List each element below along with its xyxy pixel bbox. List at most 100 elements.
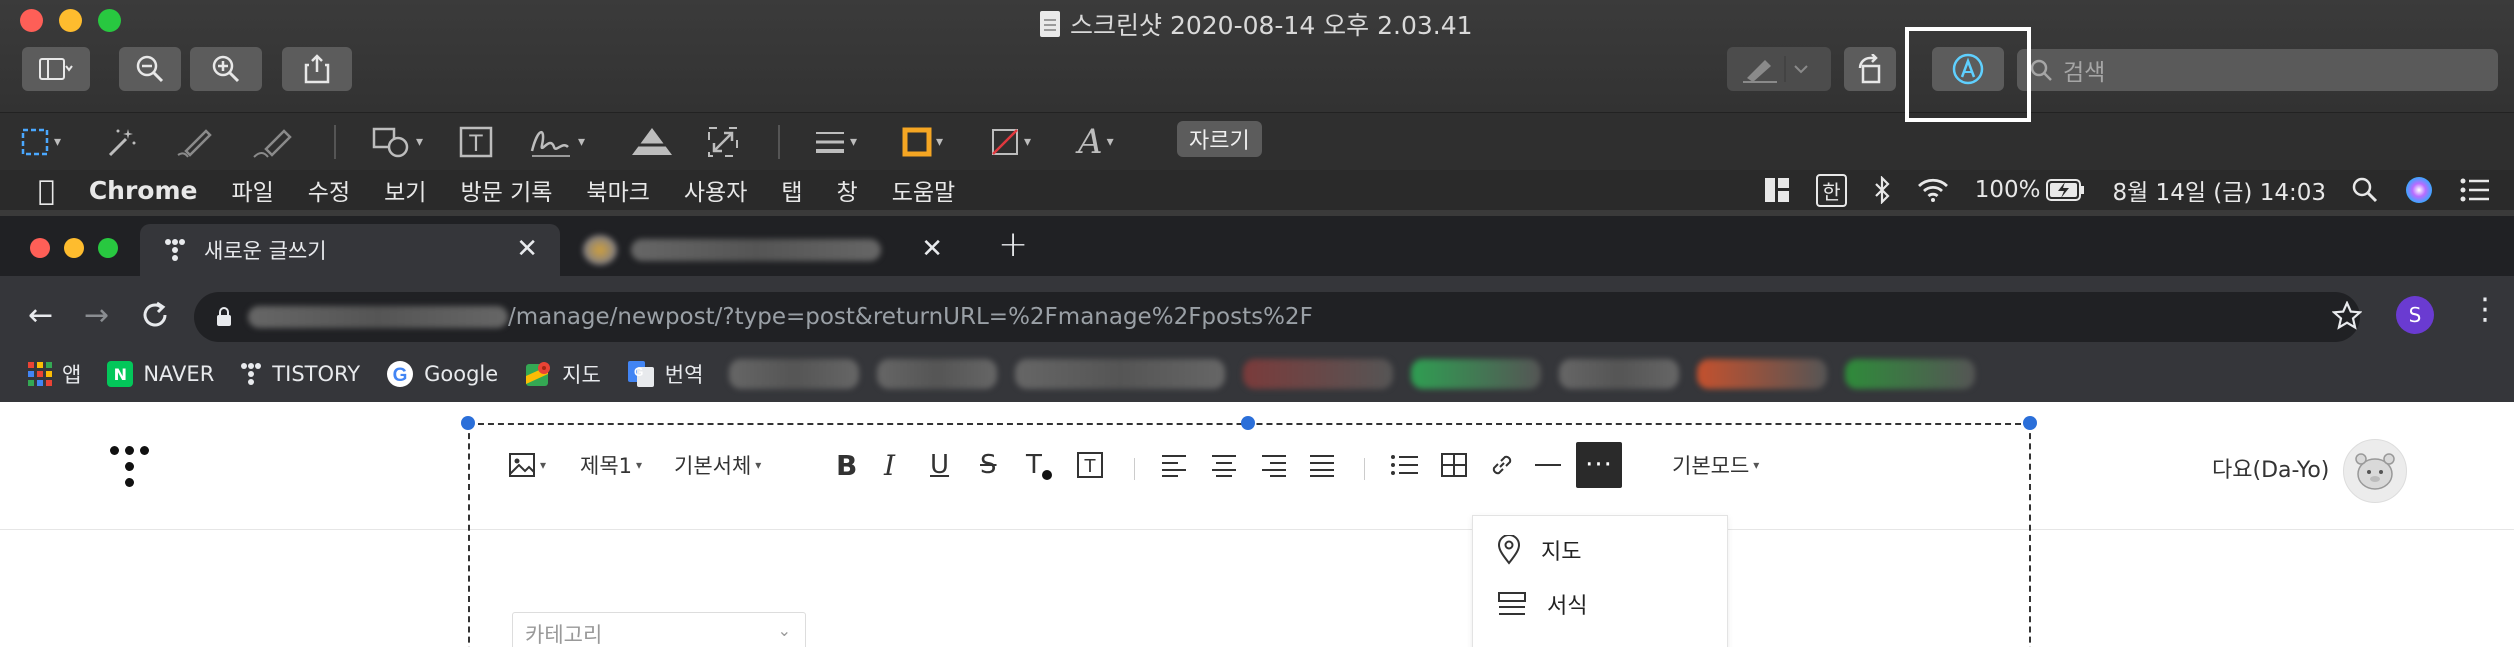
- zoom-in-button[interactable]: [190, 47, 262, 91]
- close-tab-icon[interactable]: ✕: [516, 234, 538, 264]
- share-button[interactable]: [282, 47, 352, 91]
- tistory-home-logo[interactable]: [110, 446, 150, 492]
- wifi-icon[interactable]: [1917, 177, 1949, 203]
- italic-button[interactable]: I: [884, 442, 895, 488]
- blurred-bookmark[interactable]: [1015, 359, 1226, 389]
- sketch-tool[interactable]: [176, 123, 216, 161]
- shape-style-tool[interactable]: ▾: [814, 123, 857, 161]
- font-select[interactable]: 기본서체 ▾: [674, 442, 761, 488]
- align-left-button[interactable]: [1160, 442, 1188, 488]
- menu-item-template[interactable]: 서식: [1497, 588, 1587, 620]
- blurred-bookmark[interactable]: [877, 359, 998, 389]
- rotate-button[interactable]: [1844, 47, 1896, 91]
- strikethrough-button[interactable]: S: [980, 442, 997, 488]
- profile-avatar[interactable]: S: [2396, 296, 2434, 334]
- menu-item-map[interactable]: 지도: [1497, 534, 1581, 566]
- adjust-size-tool[interactable]: [706, 123, 740, 161]
- menu-file[interactable]: 파일: [231, 173, 273, 207]
- menu-app-name[interactable]: Chrome: [89, 176, 198, 205]
- bold-button[interactable]: B: [836, 442, 857, 488]
- instant-alpha-tool[interactable]: [104, 123, 138, 161]
- justify-button[interactable]: [1308, 442, 1336, 488]
- chrome-minimize-button[interactable]: [64, 238, 84, 258]
- blurred-bookmark[interactable]: [1697, 359, 1828, 389]
- fill-color-tool[interactable]: ▾: [990, 123, 1031, 161]
- shapes-tool[interactable]: ▾: [372, 123, 423, 161]
- heading-select[interactable]: 제목1 ▾: [580, 442, 642, 488]
- menu-tab[interactable]: 탭: [781, 173, 802, 207]
- bookmark-google[interactable]: G Google: [386, 360, 498, 388]
- spotlight-icon[interactable]: [2352, 177, 2378, 203]
- new-tab-button[interactable]: +: [998, 224, 1028, 265]
- zoom-out-button[interactable]: [119, 47, 181, 91]
- close-window-button[interactable]: [20, 9, 43, 32]
- horizontal-rule-button[interactable]: [1534, 442, 1562, 488]
- bookmark-apps[interactable]: 앱: [28, 359, 81, 389]
- tab-active[interactable]: 새로운 글쓰기 ✕: [140, 224, 560, 276]
- search-field[interactable]: 검색: [2017, 49, 2498, 91]
- menu-history[interactable]: 방문 기록: [460, 173, 552, 207]
- bluetooth-icon[interactable]: [1873, 176, 1891, 204]
- chrome-zoom-button[interactable]: [98, 238, 118, 258]
- user-name[interactable]: 다요(Da-Yo): [2212, 452, 2329, 484]
- menu-window[interactable]: 창: [837, 173, 858, 207]
- bookmark-naver[interactable]: N NAVER: [107, 361, 214, 387]
- text-tool[interactable]: T: [458, 123, 494, 161]
- text-color-button[interactable]: T: [1026, 442, 1052, 488]
- editor-mode-select[interactable]: 기본모드 ▾: [1672, 442, 1759, 488]
- bookmark-translate[interactable]: G 번역: [627, 359, 703, 389]
- user-avatar[interactable]: [2343, 439, 2407, 503]
- chrome-menu-icon[interactable]: ⋮: [2470, 292, 2500, 327]
- underline-button[interactable]: U: [930, 442, 949, 488]
- category-select[interactable]: 카테고리 ⌄: [512, 612, 806, 647]
- blurred-bookmark[interactable]: [1845, 359, 1976, 389]
- reload-icon[interactable]: [140, 300, 170, 330]
- align-center-button[interactable]: [1210, 442, 1238, 488]
- adjust-color-tool[interactable]: [630, 123, 674, 161]
- input-source-indicator[interactable]: 한: [1816, 173, 1847, 207]
- selection-tool[interactable]: ▾: [20, 123, 61, 161]
- text-background-button[interactable]: T: [1076, 442, 1104, 488]
- address-bar[interactable]: /manage/newpost/?type=post&returnURL=%2F…: [194, 292, 2360, 342]
- align-right-button[interactable]: [1260, 442, 1288, 488]
- back-arrow-icon[interactable]: ←: [28, 298, 53, 333]
- close-tab-icon[interactable]: ✕: [921, 234, 943, 264]
- blurred-bookmark[interactable]: [1243, 359, 1394, 389]
- battery-status[interactable]: 100%: [1975, 177, 2087, 203]
- link-button[interactable]: [1488, 442, 1516, 488]
- blurred-bookmark[interactable]: [1559, 359, 1680, 389]
- minimize-window-button[interactable]: [59, 9, 82, 32]
- chrome-close-button[interactable]: [30, 238, 50, 258]
- selection-handle[interactable]: [461, 416, 475, 430]
- menu-people[interactable]: 사용자: [684, 173, 747, 207]
- more-options-button[interactable]: ···: [1576, 442, 1622, 488]
- menubar-clock[interactable]: 8월 14일 (금) 14:03: [2112, 173, 2326, 207]
- sign-tool[interactable]: ▾: [528, 123, 585, 161]
- bookmark-star-icon[interactable]: [2332, 301, 2362, 331]
- insert-image-button[interactable]: ▾: [508, 442, 546, 488]
- tab-inactive[interactable]: ✕: [565, 224, 965, 276]
- menu-view[interactable]: 보기: [384, 173, 426, 207]
- siri-icon[interactable]: [2404, 175, 2434, 205]
- highlight-button[interactable]: [1727, 47, 1831, 91]
- border-color-tool[interactable]: ▾: [902, 123, 943, 161]
- selection-handle[interactable]: [2023, 416, 2037, 430]
- zoom-window-button[interactable]: [98, 9, 121, 32]
- bookmark-maps[interactable]: 지도: [524, 359, 601, 389]
- bullet-list-button[interactable]: [1390, 442, 1420, 488]
- menu-help[interactable]: 도움말: [892, 173, 955, 207]
- table-button[interactable]: [1440, 442, 1468, 488]
- blurred-bookmark[interactable]: [1411, 359, 1542, 389]
- text-style-tool[interactable]: A ▾: [1078, 122, 1114, 162]
- crop-button[interactable]: 자르기: [1177, 121, 1262, 157]
- blurred-bookmark[interactable]: [729, 359, 860, 389]
- sidebar-toggle-button[interactable]: [22, 47, 90, 91]
- window-layout-icon[interactable]: [1764, 177, 1790, 203]
- bookmark-tistory[interactable]: TISTORY: [240, 362, 360, 386]
- draw-tool[interactable]: [252, 123, 296, 161]
- apple-menu-icon[interactable]: : [38, 174, 55, 207]
- notification-center-icon[interactable]: [2460, 178, 2490, 202]
- menu-edit[interactable]: 수정: [308, 173, 350, 207]
- forward-arrow-icon[interactable]: →: [84, 298, 109, 333]
- menu-bookmarks[interactable]: 북마크: [586, 173, 649, 207]
